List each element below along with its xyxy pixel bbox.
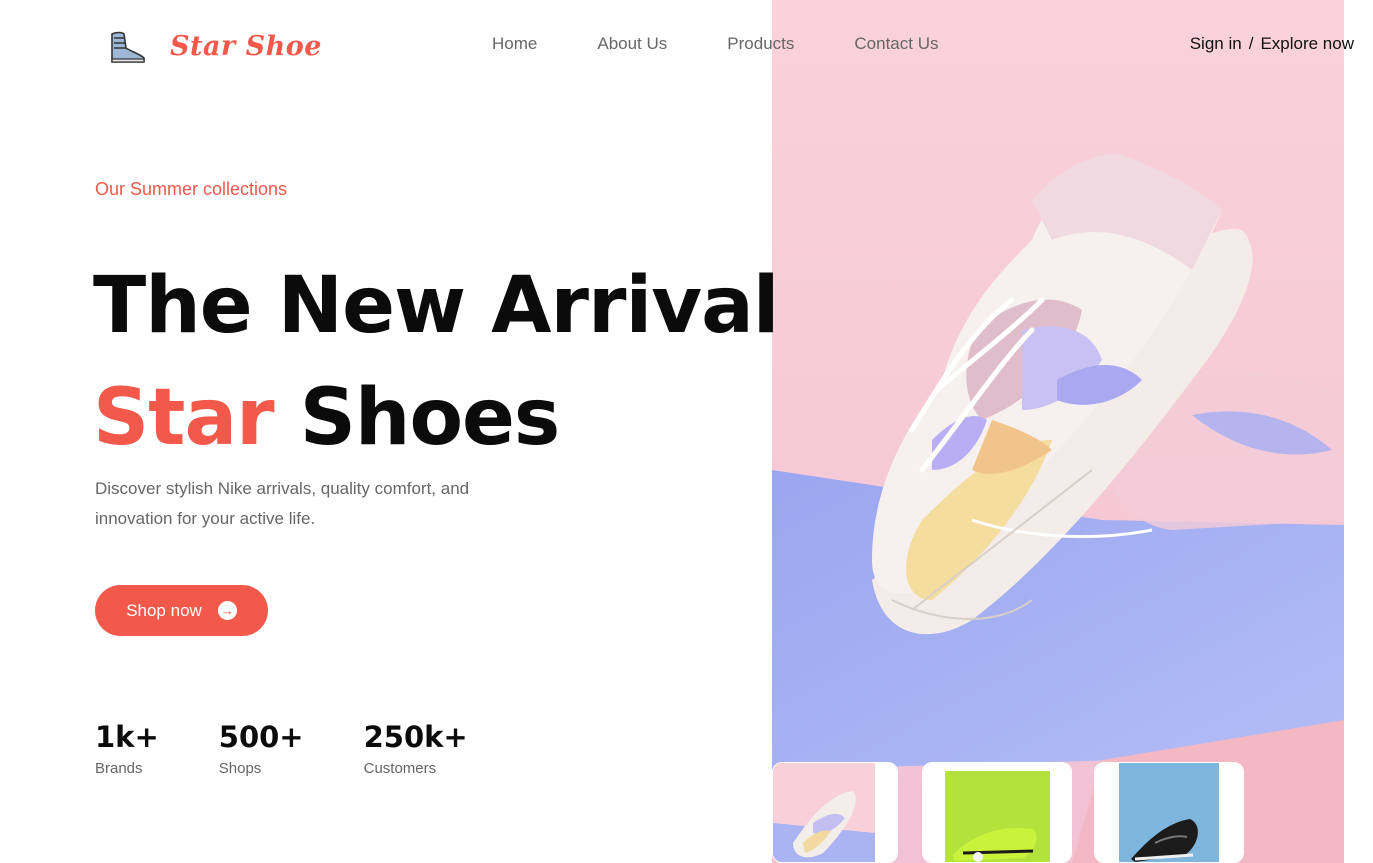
stat-value: 250k+ xyxy=(363,720,468,754)
hero-description: Discover stylish Nike arrivals, quality … xyxy=(95,479,470,528)
stat-label: Brands xyxy=(95,760,143,777)
arrow-right-circle-icon: → xyxy=(217,601,237,620)
thumbnail-strip xyxy=(772,762,1344,863)
stat-value: 500+ xyxy=(218,720,304,754)
nav-contact-us[interactable]: Contact Us xyxy=(854,34,938,54)
headline-line1: The New Arrival xyxy=(93,261,779,351)
auth-separator: / xyxy=(1248,34,1254,53)
brand-name: Star Shoe xyxy=(170,30,322,62)
stat-value: 1k+ xyxy=(95,720,159,754)
nav-about-us[interactable]: About Us xyxy=(597,34,667,54)
shop-now-button[interactable]: Shop now → xyxy=(95,585,268,636)
headline-rest: Shoes xyxy=(299,373,561,463)
headline-accent: Star xyxy=(93,373,275,463)
thumbnail-lime-sneaker[interactable] xyxy=(922,762,1072,863)
hero-eyebrow: Our Summer collections xyxy=(95,179,288,199)
stat-label: Customers xyxy=(363,760,437,777)
thumbnail-pastel-sneaker[interactable] xyxy=(772,762,898,863)
thumbnail-black-sneaker[interactable] xyxy=(1094,762,1244,863)
shop-now-label: Shop now xyxy=(126,600,202,620)
hero-image xyxy=(772,0,1344,863)
nav-products[interactable]: Products xyxy=(727,34,794,54)
stat-label: Shops xyxy=(218,760,262,777)
explore-now-link[interactable]: Explore now xyxy=(1260,34,1354,54)
stat-shops: 500+ Shops xyxy=(219,720,304,777)
nav-home[interactable]: Home xyxy=(492,34,537,54)
main-nav: Home About Us Products Contact Us xyxy=(492,34,938,54)
stat-customers: 250k+ Customers xyxy=(364,720,468,777)
sneaker-icon xyxy=(104,26,148,66)
stats: 1k+ Brands 500+ Shops 250k+ Customers xyxy=(95,720,468,777)
brand-logo[interactable]: Star Shoe xyxy=(104,26,322,66)
hero-headline: The New Arrival Star Shoes xyxy=(93,250,779,474)
sign-in-link[interactable]: Sign in xyxy=(1190,34,1242,54)
stat-brands: 1k+ Brands xyxy=(95,720,159,777)
auth-links: Sign in / Explore now xyxy=(1190,34,1354,54)
